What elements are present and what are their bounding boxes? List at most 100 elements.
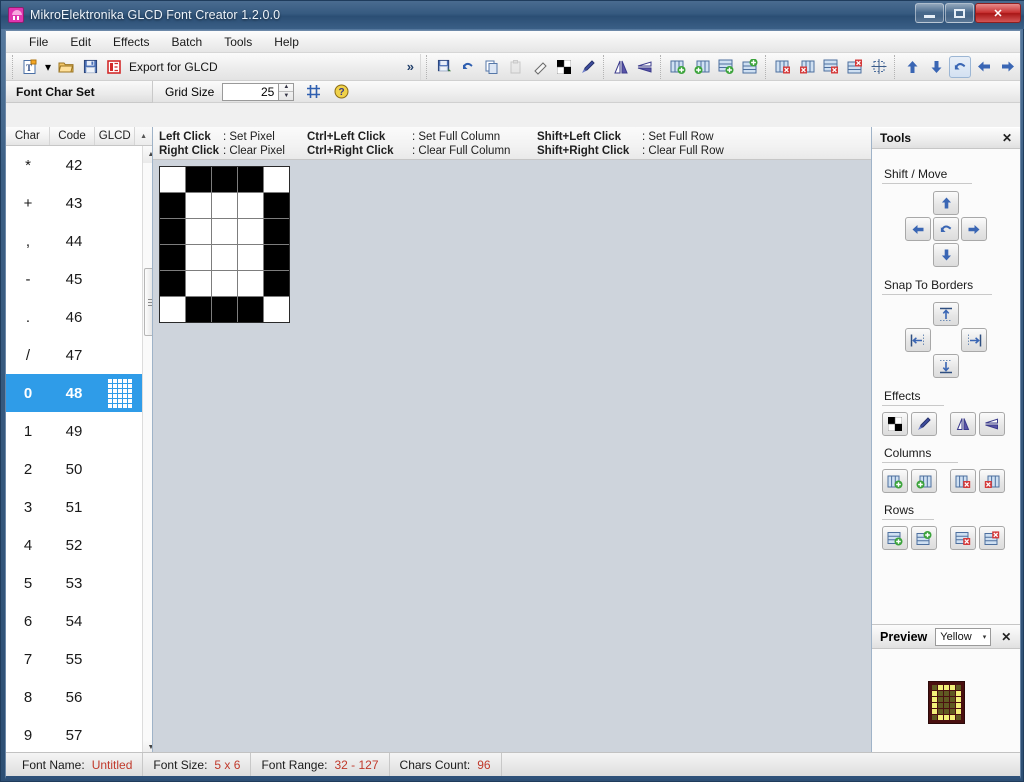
char-list-row[interactable]: 048 bbox=[6, 374, 142, 412]
invert-button[interactable] bbox=[553, 56, 575, 78]
mirror-horizontal-tool-button[interactable] bbox=[950, 412, 976, 436]
delete-row-bottom-button[interactable] bbox=[844, 56, 866, 78]
shift-right-tool-button[interactable] bbox=[961, 217, 987, 241]
snap-borders-button[interactable] bbox=[868, 56, 890, 78]
insert-row-bottom-button[interactable] bbox=[739, 56, 761, 78]
pixel-cell[interactable] bbox=[212, 219, 237, 244]
menu-tools[interactable]: Tools bbox=[213, 33, 263, 51]
char-list-row[interactable]: .46 bbox=[6, 298, 142, 336]
grid-size-stepper[interactable]: 25 ▲ ▼ bbox=[222, 83, 294, 101]
pixel-cell[interactable] bbox=[264, 271, 289, 296]
pixel-cell[interactable] bbox=[212, 167, 237, 192]
pixel-cell[interactable] bbox=[186, 193, 211, 218]
pixel-cell[interactable] bbox=[212, 193, 237, 218]
char-list-row[interactable]: 250 bbox=[6, 450, 142, 488]
shift-up-button[interactable] bbox=[901, 56, 923, 78]
add-column-left-tool-button[interactable] bbox=[882, 469, 908, 493]
menu-edit[interactable]: Edit bbox=[59, 33, 102, 51]
export-glcd-button[interactable] bbox=[103, 56, 125, 78]
remove-column-right-tool-button[interactable] bbox=[979, 469, 1005, 493]
paint-button[interactable] bbox=[577, 56, 599, 78]
char-list-row[interactable]: -45 bbox=[6, 260, 142, 298]
pixel-cell[interactable] bbox=[160, 193, 185, 218]
pixel-grid[interactable] bbox=[159, 166, 290, 323]
copy-button[interactable] bbox=[481, 56, 503, 78]
menu-batch[interactable]: Batch bbox=[161, 33, 214, 51]
pixel-cell[interactable] bbox=[238, 193, 263, 218]
add-row-bottom-tool-button[interactable] bbox=[911, 526, 937, 550]
scroll-up-button[interactable]: ▲ bbox=[143, 146, 153, 163]
mirror-vertical-button[interactable] bbox=[634, 56, 656, 78]
preview-color-select[interactable]: Yellow ▾ bbox=[935, 628, 991, 646]
pixel-cell[interactable] bbox=[238, 271, 263, 296]
pixel-cell[interactable] bbox=[238, 297, 263, 322]
char-list-row[interactable]: *42 bbox=[6, 146, 142, 184]
shift-reset-tool-button[interactable] bbox=[933, 217, 959, 241]
grid-toggle-button[interactable] bbox=[302, 81, 324, 103]
pixel-cell[interactable] bbox=[264, 219, 289, 244]
insert-row-top-button[interactable] bbox=[715, 56, 737, 78]
close-button[interactable]: ✕ bbox=[975, 3, 1021, 23]
column-header-code[interactable]: Code bbox=[50, 127, 96, 145]
insert-column-left-button[interactable] bbox=[667, 56, 689, 78]
remove-row-top-tool-button[interactable] bbox=[950, 526, 976, 550]
pixel-cell[interactable] bbox=[212, 271, 237, 296]
pixel-cell[interactable] bbox=[160, 271, 185, 296]
pixel-cell[interactable] bbox=[160, 245, 185, 270]
menu-file[interactable]: File bbox=[18, 33, 59, 51]
maximize-button[interactable] bbox=[945, 3, 974, 23]
delete-column-left-button[interactable] bbox=[772, 56, 794, 78]
pixel-cell[interactable] bbox=[264, 193, 289, 218]
char-list-row[interactable]: 755 bbox=[6, 640, 142, 678]
column-header-glcd[interactable]: GLCD bbox=[95, 127, 135, 145]
snap-bottom-button[interactable] bbox=[933, 354, 959, 378]
pixel-editor-area[interactable]: Left Click : Set Pixel Ctrl+Left Click :… bbox=[153, 127, 872, 756]
shift-down-button[interactable] bbox=[925, 56, 947, 78]
remove-row-bottom-tool-button[interactable] bbox=[979, 526, 1005, 550]
char-list[interactable]: *42+43,44-45.46/470481492503514525536547… bbox=[6, 146, 142, 756]
pixel-cell[interactable] bbox=[238, 219, 263, 244]
remove-column-left-tool-button[interactable] bbox=[950, 469, 976, 493]
char-list-row[interactable]: 553 bbox=[6, 564, 142, 602]
shift-left-button[interactable] bbox=[973, 56, 995, 78]
scroll-thumb[interactable] bbox=[144, 268, 153, 336]
open-button[interactable] bbox=[55, 56, 77, 78]
shift-down-tool-button[interactable] bbox=[933, 243, 959, 267]
add-column-right-tool-button[interactable] bbox=[911, 469, 937, 493]
scroll-track[interactable] bbox=[143, 163, 153, 739]
new-font-dropdown[interactable]: ▾ bbox=[43, 56, 53, 78]
char-list-row[interactable]: +43 bbox=[6, 184, 142, 222]
char-list-row[interactable]: 856 bbox=[6, 678, 142, 716]
grid-size-arrows[interactable]: ▲ ▼ bbox=[278, 83, 294, 101]
pixel-cell[interactable] bbox=[186, 297, 211, 322]
char-list-row[interactable]: 654 bbox=[6, 602, 142, 640]
glyph-grid-canvas[interactable] bbox=[159, 166, 290, 323]
mirror-vertical-tool-button[interactable] bbox=[979, 412, 1005, 436]
snap-top-button[interactable] bbox=[933, 302, 959, 326]
delete-column-right-button[interactable] bbox=[796, 56, 818, 78]
invert-tool-button[interactable] bbox=[882, 412, 908, 436]
pixel-cell[interactable] bbox=[160, 167, 185, 192]
tools-close-button[interactable]: ✕ bbox=[1000, 131, 1014, 145]
grid-size-input[interactable]: 25 bbox=[222, 83, 278, 101]
pixel-cell[interactable] bbox=[212, 297, 237, 322]
grid-size-down-icon[interactable]: ▼ bbox=[279, 92, 293, 100]
export-glcd-label[interactable]: Export for GLCD bbox=[129, 60, 224, 74]
char-list-row[interactable]: 452 bbox=[6, 526, 142, 564]
pixel-cell[interactable] bbox=[160, 297, 185, 322]
preview-close-button[interactable]: ✕ bbox=[999, 630, 1013, 644]
pixel-cell[interactable] bbox=[264, 245, 289, 270]
save-button[interactable] bbox=[79, 56, 101, 78]
pixel-cell[interactable] bbox=[186, 167, 211, 192]
char-list-row[interactable]: 351 bbox=[6, 488, 142, 526]
shift-right-button[interactable] bbox=[997, 56, 1019, 78]
pixel-cell[interactable] bbox=[186, 245, 211, 270]
minimize-button[interactable] bbox=[915, 3, 944, 23]
delete-row-top-button[interactable] bbox=[820, 56, 842, 78]
char-list-scrollbar[interactable]: ▲ ▼ bbox=[142, 146, 152, 756]
char-list-row[interactable]: ,44 bbox=[6, 222, 142, 260]
pixel-cell[interactable] bbox=[186, 271, 211, 296]
undo-button[interactable] bbox=[457, 56, 479, 78]
grid-size-up-icon[interactable]: ▲ bbox=[279, 84, 293, 93]
new-font-button[interactable]: T bbox=[19, 56, 41, 78]
